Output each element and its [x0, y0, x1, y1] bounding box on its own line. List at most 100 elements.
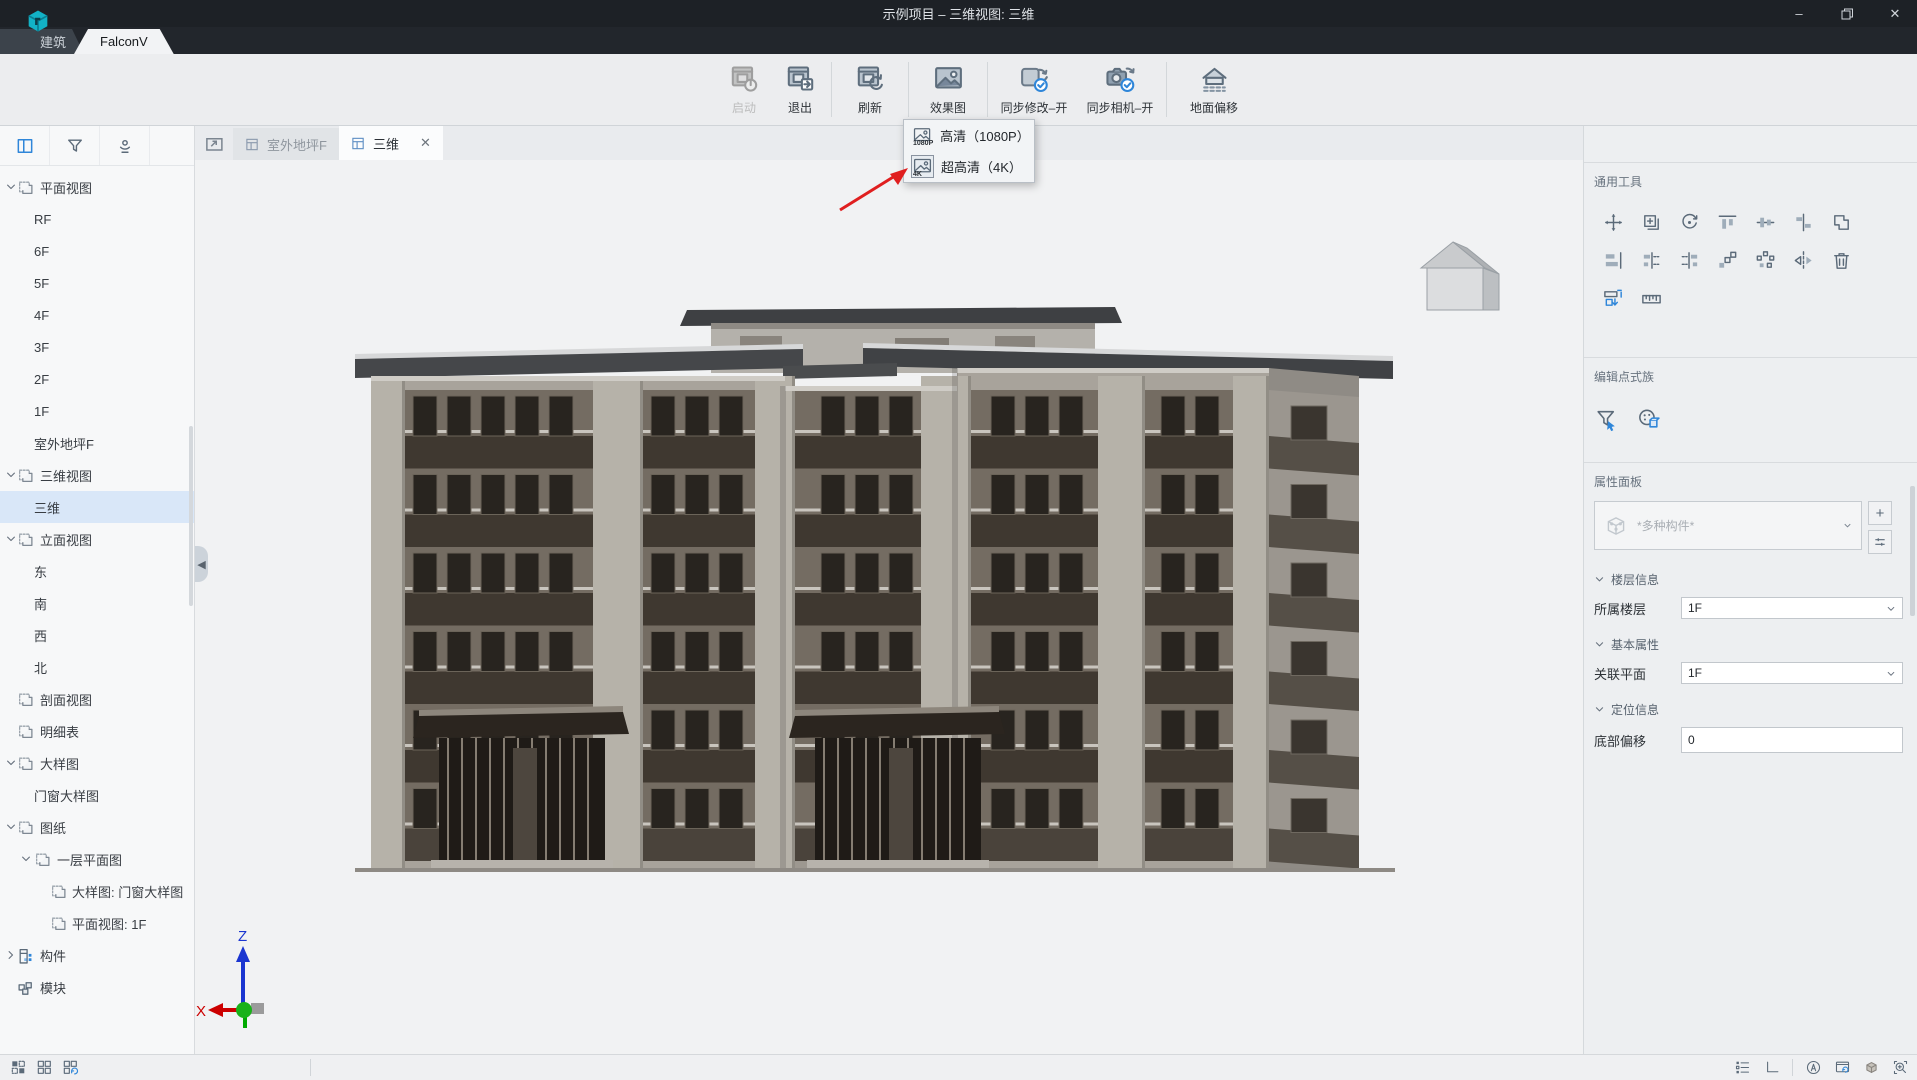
cube-3d-button[interactable] — [1863, 1059, 1880, 1076]
align-top-tool[interactable] — [1716, 211, 1739, 234]
panel-scrollbar[interactable] — [1910, 486, 1915, 616]
tree-item[interactable]: 南 — [0, 587, 194, 619]
window-sync-button[interactable] — [1834, 1059, 1851, 1076]
align-center-tool[interactable] — [1792, 211, 1815, 234]
array-radial-tool[interactable] — [1754, 249, 1777, 272]
type-selector[interactable]: *多种构件* — [1594, 501, 1862, 550]
rotate-tool[interactable] — [1678, 211, 1701, 234]
tree-item[interactable]: 图纸 — [0, 811, 194, 843]
ribbon-button-refresh[interactable]: 刷新 — [835, 54, 905, 125]
move-tool[interactable] — [1602, 211, 1625, 234]
chevron-down-icon[interactable] — [20, 853, 32, 865]
measure-tool[interactable] — [1640, 287, 1663, 310]
close-button[interactable]: ✕ — [1873, 0, 1917, 27]
tree-item[interactable]: 东 — [0, 555, 194, 587]
property-select-所属楼层[interactable]: 1F — [1681, 597, 1903, 619]
align-right-tool[interactable] — [1678, 249, 1701, 272]
select-value: 1F — [1688, 666, 1702, 680]
chevron-down-icon[interactable] — [5, 469, 17, 481]
material-apply-tool[interactable] — [1636, 407, 1661, 432]
zoom-fit-button[interactable] — [1892, 1059, 1909, 1076]
tree-item[interactable]: RF — [0, 203, 194, 235]
chevron-down-icon[interactable] — [5, 533, 17, 545]
chevron-down-icon[interactable] — [5, 821, 17, 833]
section-header[interactable]: 楼层信息 — [1594, 571, 1917, 588]
tree-item[interactable]: 三维视图 — [0, 459, 194, 491]
grid-plain-button[interactable] — [36, 1059, 53, 1076]
tree-item[interactable]: 剖面视图 — [0, 683, 194, 715]
copy-tool[interactable] — [1640, 211, 1663, 234]
sidebar-scrollbar[interactable] — [189, 426, 193, 606]
ribbon-button-sync-edit[interactable]: 同步修改–开 — [991, 54, 1077, 125]
tree-item[interactable]: 三维 — [0, 491, 194, 523]
ribbon-button-exit[interactable]: 退出 — [772, 54, 828, 125]
array-linear-tool[interactable] — [1716, 249, 1739, 272]
chevron-down-icon[interactable] — [5, 181, 17, 193]
align-middle-tool[interactable] — [1754, 211, 1777, 234]
tab-overview-icon[interactable] — [205, 135, 225, 151]
sidebar-tool-panel-columns[interactable] — [0, 126, 50, 165]
minimize-button[interactable]: – — [1777, 0, 1821, 27]
tree-item[interactable]: 大样图 — [0, 747, 194, 779]
tree-item[interactable]: 门窗大样图 — [0, 779, 194, 811]
chevron-down-icon[interactable] — [5, 757, 17, 769]
tree-item[interactable]: 西 — [0, 619, 194, 651]
align-bottom-tool[interactable] — [1602, 249, 1625, 272]
menu-item-1080p[interactable]: 1080P高清（1080P） — [904, 120, 1034, 151]
sidebar-tool-filter-funnel[interactable] — [50, 126, 100, 165]
ribbon-button-ground[interactable]: 地面偏移 — [1170, 54, 1258, 125]
tab-close-icon[interactable]: ✕ — [420, 135, 431, 151]
tree-item[interactable]: 大样图: 门窗大样图 — [0, 875, 194, 907]
maximize-button[interactable] — [1825, 0, 1869, 27]
property-select-关联平面[interactable]: 1F — [1681, 662, 1903, 684]
offset-tool[interactable] — [1602, 287, 1625, 310]
tree-item[interactable]: 平面视图: 1F — [0, 907, 194, 939]
tree-item-label: 大样图 — [40, 754, 79, 773]
tree-item-label: 图纸 — [40, 818, 66, 837]
type-settings-button[interactable] — [1868, 530, 1892, 554]
tree-item[interactable]: 3F — [0, 331, 194, 363]
tree-item[interactable]: 构件 — [0, 939, 194, 971]
corner-axis-button[interactable] — [1763, 1059, 1780, 1076]
levels-list-button[interactable] — [1734, 1059, 1751, 1076]
menu-item-4k[interactable]: 4K超高清（4K） — [904, 151, 1034, 182]
match-tool[interactable] — [1830, 211, 1853, 234]
tree-item[interactable]: 2F — [0, 363, 194, 395]
chevron-right-icon[interactable] — [5, 949, 17, 961]
tree-sheet-icon — [34, 851, 51, 868]
ribbon-button-render[interactable]: 效果图 — [912, 54, 984, 125]
tree-sheet-icon — [17, 467, 34, 484]
tree-item[interactable]: 1F — [0, 395, 194, 427]
properties-title: 属性面板 — [1594, 473, 1917, 490]
delete-tool[interactable] — [1830, 249, 1853, 272]
view-tab-site[interactable]: 室外地坪F — [233, 128, 339, 160]
property-input-底部偏移[interactable]: 0 — [1681, 727, 1903, 753]
sidebar-tool-location-mark[interactable] — [100, 126, 150, 165]
tree-item[interactable]: 立面视图 — [0, 523, 194, 555]
tree-item[interactable]: 北 — [0, 651, 194, 683]
tree-item[interactable]: 模块 — [0, 971, 194, 1003]
ribbon-button-sync-camera[interactable]: 同步相机–开 — [1077, 54, 1163, 125]
view-tab-3d[interactable]: 三维 ✕ — [339, 126, 443, 160]
tree-item[interactable]: 4F — [0, 299, 194, 331]
grid-restore-button[interactable] — [62, 1059, 79, 1076]
tree-item[interactable]: 平面视图 — [0, 171, 194, 203]
ribbon-tab-falconv[interactable]: FalconV — [74, 29, 174, 54]
mirror-tool[interactable] — [1792, 249, 1815, 272]
sidebar-collapse-handle[interactable]: ◀ — [195, 546, 208, 582]
tree-item[interactable]: 室外地坪F — [0, 427, 194, 459]
tree-item[interactable]: 明细表 — [0, 715, 194, 747]
tree-item[interactable]: 一层平面图 — [0, 843, 194, 875]
filter-select-tool[interactable] — [1594, 407, 1619, 432]
tree-item[interactable]: 5F — [0, 267, 194, 299]
tree-item-label: 6F — [34, 244, 49, 259]
grid-select-button[interactable] — [10, 1059, 27, 1076]
tree-item[interactable]: 6F — [0, 235, 194, 267]
align-left-tool[interactable] — [1640, 249, 1663, 272]
add-type-button[interactable]: + — [1868, 501, 1892, 525]
section-header[interactable]: 基本属性 — [1594, 636, 1917, 653]
model-viewport[interactable]: ZX — [195, 160, 1583, 1055]
tree-sheet-icon — [17, 179, 34, 196]
annotate-a-button[interactable] — [1805, 1059, 1822, 1076]
section-header[interactable]: 定位信息 — [1594, 701, 1917, 718]
